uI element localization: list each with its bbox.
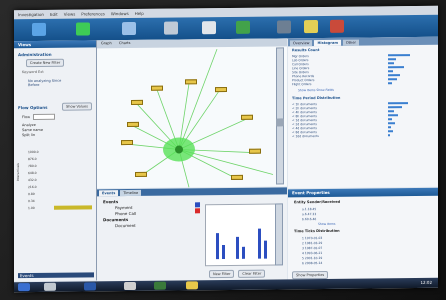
tree-document[interactable]: Document xyxy=(103,222,203,229)
stop-icon[interactable] xyxy=(330,19,344,33)
graph-node[interactable] xyxy=(249,148,261,154)
right-panel: Overview Histogram Other Results Count M… xyxy=(288,36,438,189)
section-administration: Administration xyxy=(18,51,52,58)
monitor-frame: Investigation Edit Views Preferences Win… xyxy=(0,0,446,300)
app-icon[interactable] xyxy=(154,281,166,290)
clear-filter-button[interactable]: Clear Filter xyxy=(238,269,266,278)
event-properties-panel: Event Properties Entity Sender/Received … xyxy=(288,187,438,282)
events-tabs: Events Timeline xyxy=(97,187,287,197)
payment-color-swatch xyxy=(195,202,200,208)
explorer-icon[interactable] xyxy=(124,281,136,291)
start-icon[interactable] xyxy=(18,283,30,292)
events-panel: Events Timeline Events Payment Phone Cal… xyxy=(97,187,287,282)
menu-investigation[interactable]: Investigation xyxy=(18,12,44,17)
globe-icon[interactable] xyxy=(122,21,136,36)
camera-icon[interactable] xyxy=(236,20,250,34)
option-split[interactable]: Split lin xyxy=(22,132,96,137)
menu-views[interactable]: Views xyxy=(64,12,76,17)
tab-events[interactable]: Events xyxy=(99,190,119,197)
zoom-slider[interactable] xyxy=(276,47,284,185)
left-panel-title: Views xyxy=(14,40,96,49)
document-icon[interactable] xyxy=(202,21,216,35)
section-flow-options: Flow Options xyxy=(18,104,48,110)
tick-labels: 1000.0 876.0 780.0 648.0 432.0 216.0 0.89 0.34 1… xyxy=(28,149,39,211)
menu-edit[interactable]: Edit xyxy=(50,12,58,17)
menu-windows[interactable]: Windows xyxy=(111,11,129,16)
graph-node[interactable] xyxy=(131,99,143,105)
slider-thumb[interactable] xyxy=(276,118,284,127)
folder-icon[interactable] xyxy=(44,282,56,291)
new-filter-button[interactable]: New Filter xyxy=(209,269,235,279)
graph-node[interactable] xyxy=(215,86,227,93)
tab-histogram[interactable]: Histogram xyxy=(314,39,342,47)
graph-node[interactable] xyxy=(151,85,163,91)
left-footer: Events xyxy=(18,272,94,279)
tab-overview[interactable]: Overview xyxy=(290,40,313,47)
graph-node[interactable] xyxy=(135,171,147,177)
flow-select[interactable] xyxy=(33,113,55,121)
tab-timeline[interactable]: Timeline xyxy=(120,189,142,197)
tab-other[interactable]: Other xyxy=(343,39,359,46)
graph-node[interactable] xyxy=(121,139,133,146)
phone-color-swatch xyxy=(195,208,200,214)
graph-node[interactable] xyxy=(241,114,253,120)
browser-icon[interactable] xyxy=(84,282,96,291)
timeline-histogram[interactable] xyxy=(205,203,277,267)
flow-label: Flow xyxy=(22,115,30,120)
graph-node[interactable] xyxy=(231,174,243,180)
left-panel: Views Administration Create New Filter K… xyxy=(14,40,97,282)
tick-row[interactable]: 6 2008-05-14 xyxy=(302,260,438,266)
graph-node[interactable] xyxy=(185,79,197,85)
bookmark-icon[interactable] xyxy=(304,20,318,34)
option-same-name[interactable]: Same name xyxy=(22,127,96,132)
home-icon[interactable] xyxy=(32,22,46,37)
option-analyze[interactable]: Analyze xyxy=(22,122,96,127)
histogram-row[interactable]: < 16d documents xyxy=(288,133,438,139)
y-axis-label: Interarrivals xyxy=(16,163,20,182)
keyword-item[interactable]: Keyword Ext xyxy=(22,69,96,74)
graph-node[interactable] xyxy=(127,121,139,128)
timeline-slider[interactable] xyxy=(275,203,283,266)
show-fields-link[interactable]: Show Fields xyxy=(316,88,334,92)
show-values-button[interactable]: Show Values xyxy=(62,102,92,111)
graph-edges xyxy=(126,48,274,188)
time-bar xyxy=(54,205,92,210)
application-window: Investigation Edit Views Preferences Win… xyxy=(14,5,438,293)
warning-text: No analyzing Since Before xyxy=(28,78,62,88)
play-icon[interactable] xyxy=(76,22,90,36)
menu-preferences[interactable]: Preferences xyxy=(81,11,105,16)
events-tree: Events Payment Phone Call Documents Docu… xyxy=(103,198,203,229)
chart-icon[interactable] xyxy=(164,21,178,35)
clock: 12:02 xyxy=(420,279,432,285)
create-filter-button[interactable]: Create New Filter xyxy=(26,58,65,68)
menu-help[interactable]: Help xyxy=(135,11,144,16)
upload-icon[interactable] xyxy=(277,20,291,34)
active-app-icon[interactable] xyxy=(186,281,198,290)
show-items-link[interactable]: Show Items xyxy=(298,88,315,92)
network-graph[interactable]: Graph Charts xyxy=(97,38,287,189)
